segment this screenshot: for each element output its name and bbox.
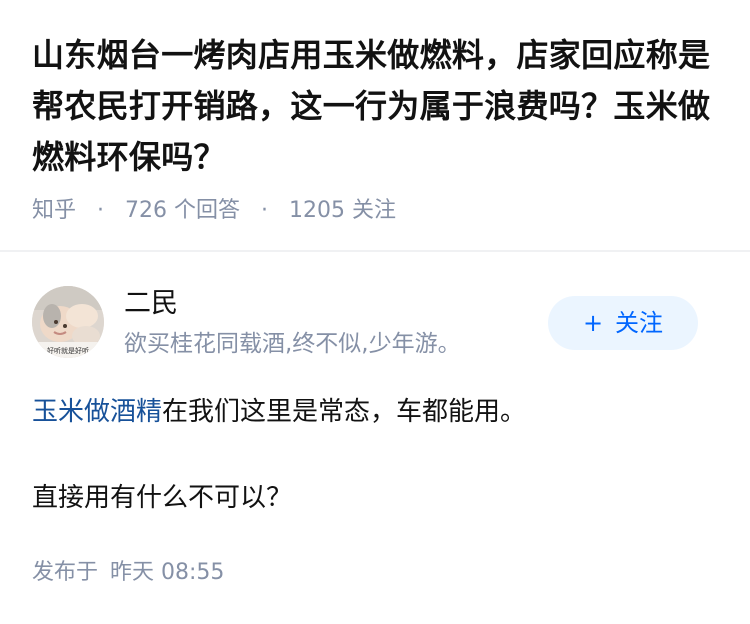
author-name[interactable]: 二民 bbox=[124, 286, 178, 322]
question-meta: 知乎 · 726 个回答 · 1205 关注 bbox=[32, 196, 396, 226]
plus-icon: + bbox=[582, 309, 604, 337]
answer-text: 直接用有什么不可以？ bbox=[32, 483, 293, 513]
answer-text: 在我们这里是常态，车都能用。 bbox=[162, 397, 527, 427]
post-meta: 发布于 昨天 08:55 bbox=[32, 558, 224, 588]
source-label[interactable]: 知乎 bbox=[32, 198, 76, 223]
published-time: 昨天 08:55 bbox=[110, 560, 225, 585]
separator-dot: · bbox=[261, 198, 269, 223]
follow-button-label: 关注 bbox=[615, 309, 664, 337]
answer-content: 玉米做酒精在我们这里是常态，车都能用。 直接用有什么不可以？ bbox=[32, 392, 722, 518]
avatar-caption: 好听就是好听 bbox=[47, 346, 89, 355]
avatar-image: 好听就是好听 bbox=[32, 286, 104, 358]
answer-paragraph: 直接用有什么不可以？ bbox=[32, 478, 722, 518]
answer-paragraph: 玉米做酒精在我们这里是常态，车都能用。 bbox=[32, 392, 722, 432]
separator-dot: · bbox=[97, 198, 105, 223]
avatar[interactable]: 好听就是好听 bbox=[32, 286, 104, 358]
question-header: 山东烟台一烤肉店用玉米做燃料，店家回应称是帮农民打开销路，这一行为属于浪费吗？玉… bbox=[0, 0, 750, 250]
author-bio: 欲买桂花同载酒,终不似,少年游。 bbox=[124, 331, 461, 357]
answer-card: 好听就是好听 二民 欲买桂花同载酒,终不似,少年游。 + 关注 玉米做酒精在我们这… bbox=[0, 252, 750, 624]
answer-keyword-link[interactable]: 玉米做酒精 bbox=[32, 397, 162, 427]
followers-count: 1205 bbox=[289, 198, 346, 223]
zhihu-page: 山东烟台一烤肉店用玉米做燃料，店家回应称是帮农民打开销路，这一行为属于浪费吗？玉… bbox=[0, 0, 750, 624]
answers-count: 726 bbox=[125, 198, 168, 223]
followers-label: 关注 bbox=[352, 198, 397, 223]
answers-label: 个回答 bbox=[174, 198, 241, 223]
follow-button[interactable]: + 关注 bbox=[548, 296, 698, 350]
question-title[interactable]: 山东烟台一烤肉店用玉米做燃料，店家回应称是帮农民打开销路，这一行为属于浪费吗？玉… bbox=[32, 30, 722, 183]
published-label: 发布于 bbox=[32, 560, 99, 585]
